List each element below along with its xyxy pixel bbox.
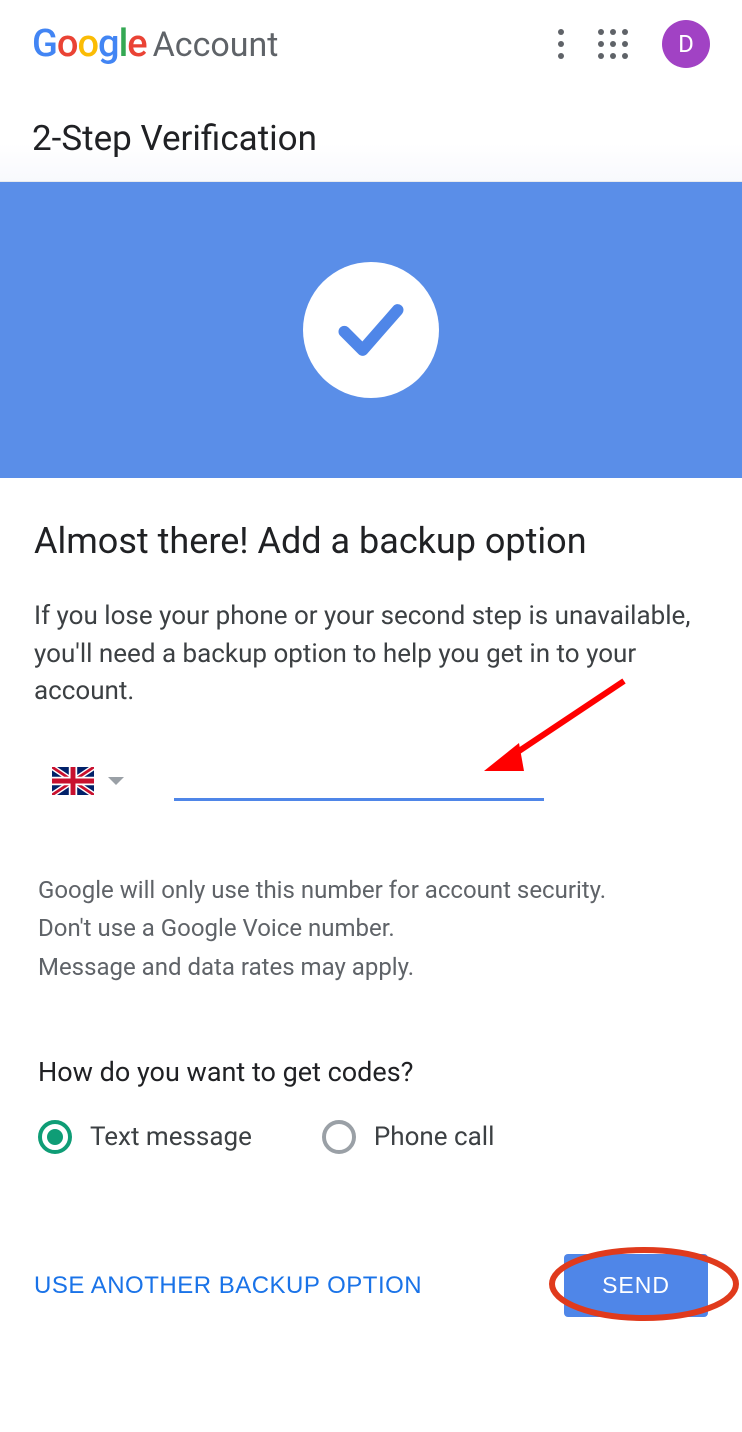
disclaimer-line: Google will only use this number for acc…	[38, 871, 708, 909]
flag-uk-icon	[52, 767, 94, 795]
checkmark-icon	[303, 262, 439, 398]
content: Almost there! Add a backup option If you…	[0, 478, 742, 1154]
send-button[interactable]: SEND	[564, 1254, 708, 1317]
radio-unselected-icon	[322, 1120, 356, 1154]
disclaimer-line: Message and data rates may apply.	[38, 948, 708, 986]
page-title: 2-Step Verification	[0, 88, 742, 182]
main-heading: Almost there! Add a backup option	[34, 520, 708, 562]
disclaimer: Google will only use this number for acc…	[34, 871, 708, 986]
google-logo: Google	[32, 22, 147, 66]
header-actions: D	[558, 20, 710, 68]
radio-group: Text message Phone call	[34, 1120, 708, 1154]
country-select[interactable]	[52, 767, 124, 801]
radio-phone-call[interactable]: Phone call	[322, 1120, 495, 1154]
header: Google Account D	[0, 0, 742, 88]
use-another-backup-link[interactable]: USE ANOTHER BACKUP OPTION	[34, 1272, 422, 1300]
chevron-down-icon	[108, 777, 124, 785]
radio-selected-icon	[38, 1120, 72, 1154]
description: If you lose your phone or your second st…	[34, 598, 708, 711]
hero-banner	[0, 182, 742, 478]
disclaimer-line: Don't use a Google Voice number.	[38, 909, 708, 947]
more-menu-icon[interactable]	[558, 29, 564, 59]
footer-row: USE ANOTHER BACKUP OPTION SEND	[0, 1254, 742, 1357]
radio-text-message[interactable]: Text message	[38, 1120, 252, 1154]
codes-question: How do you want to get codes?	[34, 1056, 708, 1088]
product-name: Account	[153, 25, 279, 65]
phone-row	[34, 761, 708, 801]
apps-grid-icon[interactable]	[598, 29, 628, 59]
logo-group: Google Account	[32, 22, 278, 66]
radio-label: Text message	[90, 1122, 252, 1152]
phone-input[interactable]	[174, 761, 544, 801]
radio-label: Phone call	[374, 1122, 495, 1152]
avatar[interactable]: D	[662, 20, 710, 68]
